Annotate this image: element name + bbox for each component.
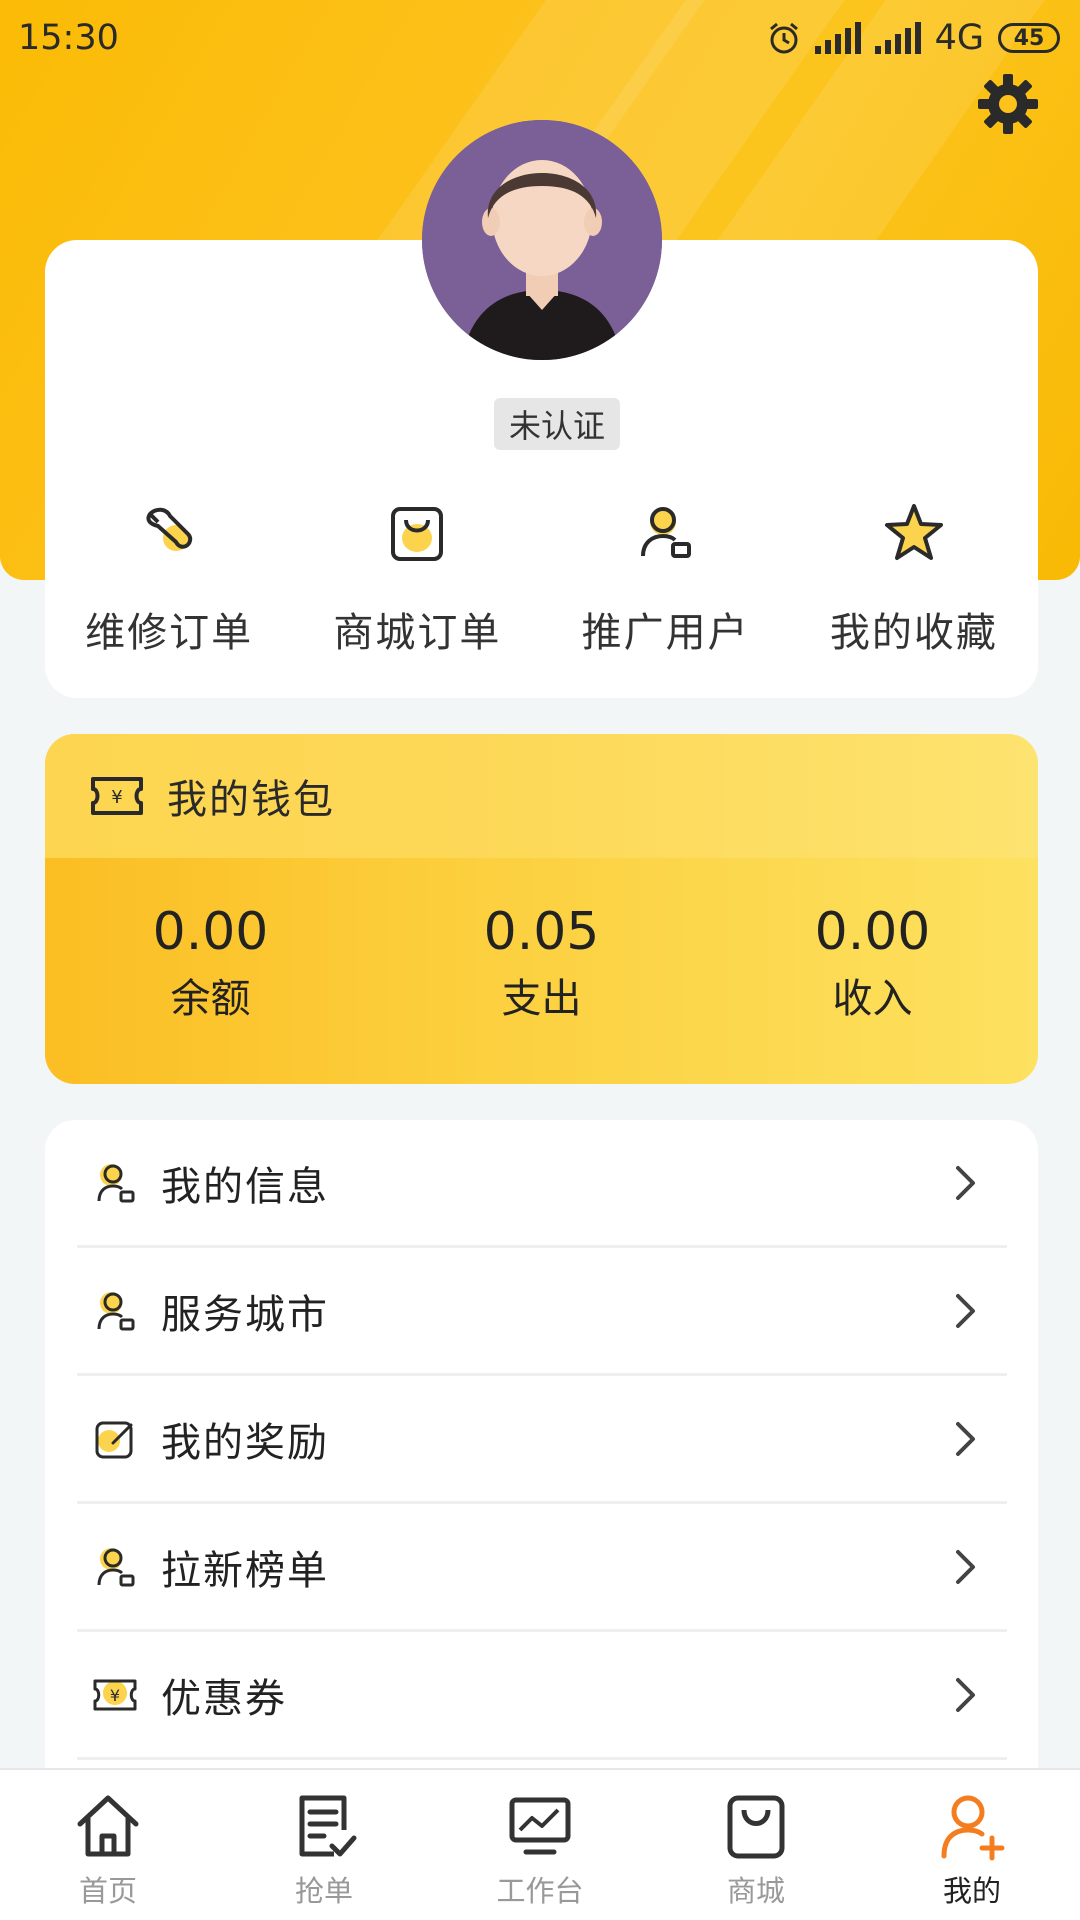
menu-item-label: 我的奖励 (161, 1419, 329, 1466)
tab-label: 抢单 (294, 1874, 353, 1908)
menu-item-my-info[interactable]: 我的信息 (77, 1120, 1007, 1248)
tab-workbench[interactable]: 工作台 (432, 1770, 648, 1920)
shopping-bag-icon (391, 507, 444, 561)
quick-action-label: 推广用户 (581, 610, 750, 656)
bottom-tab-bar: 首页 抢单 工作台 商城 我的 (0, 1768, 1080, 1920)
gear-icon[interactable] (976, 72, 1040, 136)
wallet-stat-label: 收入 (832, 976, 913, 1022)
wallet-stat-balance[interactable]: 0.00 余额 (45, 858, 376, 1084)
quick-action-label: 商城订单 (333, 610, 502, 656)
network-type: 4G (934, 18, 984, 58)
user-add-icon (941, 1795, 1005, 1861)
wallet-stat-label: 支出 (501, 976, 582, 1022)
wallet-stat-income[interactable]: 0.00 收入 (707, 858, 1038, 1084)
wrench-icon (146, 507, 193, 551)
menu-item-my-rewards[interactable]: 我的奖励 (77, 1376, 1007, 1504)
signal-icon (874, 22, 921, 54)
svg-text:¥: ¥ (110, 1686, 120, 1705)
wallet-stat-expense[interactable]: 0.05 支出 (376, 858, 707, 1084)
menu-item-label: 服务城市 (161, 1291, 329, 1338)
signal-icon (814, 22, 861, 54)
wallet-stat-value: 0.00 (814, 902, 931, 962)
tab-grab-orders[interactable]: 抢单 (216, 1770, 432, 1920)
wallet-title: 我的钱包 (167, 777, 335, 823)
quick-action-label: 维修订单 (85, 610, 254, 656)
chevron-right-icon (956, 1421, 975, 1456)
verification-status: 未认证 (508, 407, 605, 445)
quick-action-repair-orders[interactable]: 维修订单 (45, 490, 293, 660)
tab-home[interactable]: 首页 (0, 1770, 216, 1920)
alarm-icon (769, 22, 798, 54)
monitor-chart-icon (509, 1797, 571, 1855)
user-badge-icon (97, 1163, 135, 1202)
battery-level: 45 (1013, 25, 1045, 51)
menu-item-label: 优惠券 (161, 1675, 287, 1722)
wallet-card[interactable]: ¥ 我的钱包 0.00 余额 0.05 支出 0.00 收入 (45, 734, 1038, 1084)
wallet-stat-value: 0.05 (483, 902, 600, 962)
user-badge-icon (640, 507, 691, 558)
tab-mine[interactable]: 我的 (864, 1770, 1080, 1920)
verification-badge: 未认证 (494, 398, 620, 450)
quick-action-shop-orders[interactable]: 商城订单 (293, 490, 541, 660)
quick-action-favorites[interactable]: 我的收藏 (790, 490, 1038, 660)
home-icon (77, 1795, 139, 1857)
avatar[interactable] (422, 120, 662, 360)
wallet-header: ¥ 我的钱包 (45, 734, 1038, 858)
shopping-bag-icon (727, 1795, 785, 1859)
menu-item-referral-ranking[interactable]: 拉新榜单 (77, 1504, 1007, 1632)
ticket-icon: ¥ (93, 1679, 137, 1710)
menu-item-label: 我的信息 (161, 1163, 329, 1210)
chevron-right-icon (956, 1165, 975, 1200)
chevron-right-icon (956, 1293, 975, 1328)
star-icon (884, 504, 943, 560)
user-badge-icon (97, 1291, 135, 1330)
menu-item-label: 拉新榜单 (161, 1547, 329, 1594)
wallet-stat-label: 余额 (170, 976, 251, 1022)
menu-item-coupons[interactable]: ¥ 优惠券 (77, 1632, 1007, 1760)
quick-action-label: 我的收藏 (829, 610, 998, 656)
wallet-stat-value: 0.00 (152, 902, 269, 962)
svg-text:¥: ¥ (111, 787, 122, 808)
tab-label: 商城 (726, 1874, 785, 1908)
user-badge-icon (97, 1547, 135, 1586)
tab-label: 我的 (942, 1874, 1001, 1908)
chevron-right-icon (956, 1677, 975, 1712)
ticket-icon: ¥ (91, 777, 143, 815)
tab-mall[interactable]: 商城 (648, 1770, 864, 1920)
quick-actions: 维修订单 商城订单 推广用户 我的收藏 (45, 490, 1038, 660)
chevron-right-icon (956, 1549, 975, 1584)
tab-label: 首页 (78, 1874, 137, 1908)
battery-icon: 45 (998, 23, 1060, 53)
edit-icon (95, 1421, 133, 1458)
menu-list: 我的信息 服务城市 我的奖励 拉新榜单 ¥ 优惠券 (45, 1120, 1038, 1780)
status-time: 15:30 (18, 18, 119, 58)
order-check-icon (299, 1795, 357, 1857)
menu-item-service-city[interactable]: 服务城市 (77, 1248, 1007, 1376)
tab-label: 工作台 (496, 1874, 584, 1908)
quick-action-promote-users[interactable]: 推广用户 (542, 490, 790, 660)
status-bar: 15:30 4G 45 (0, 0, 1080, 76)
